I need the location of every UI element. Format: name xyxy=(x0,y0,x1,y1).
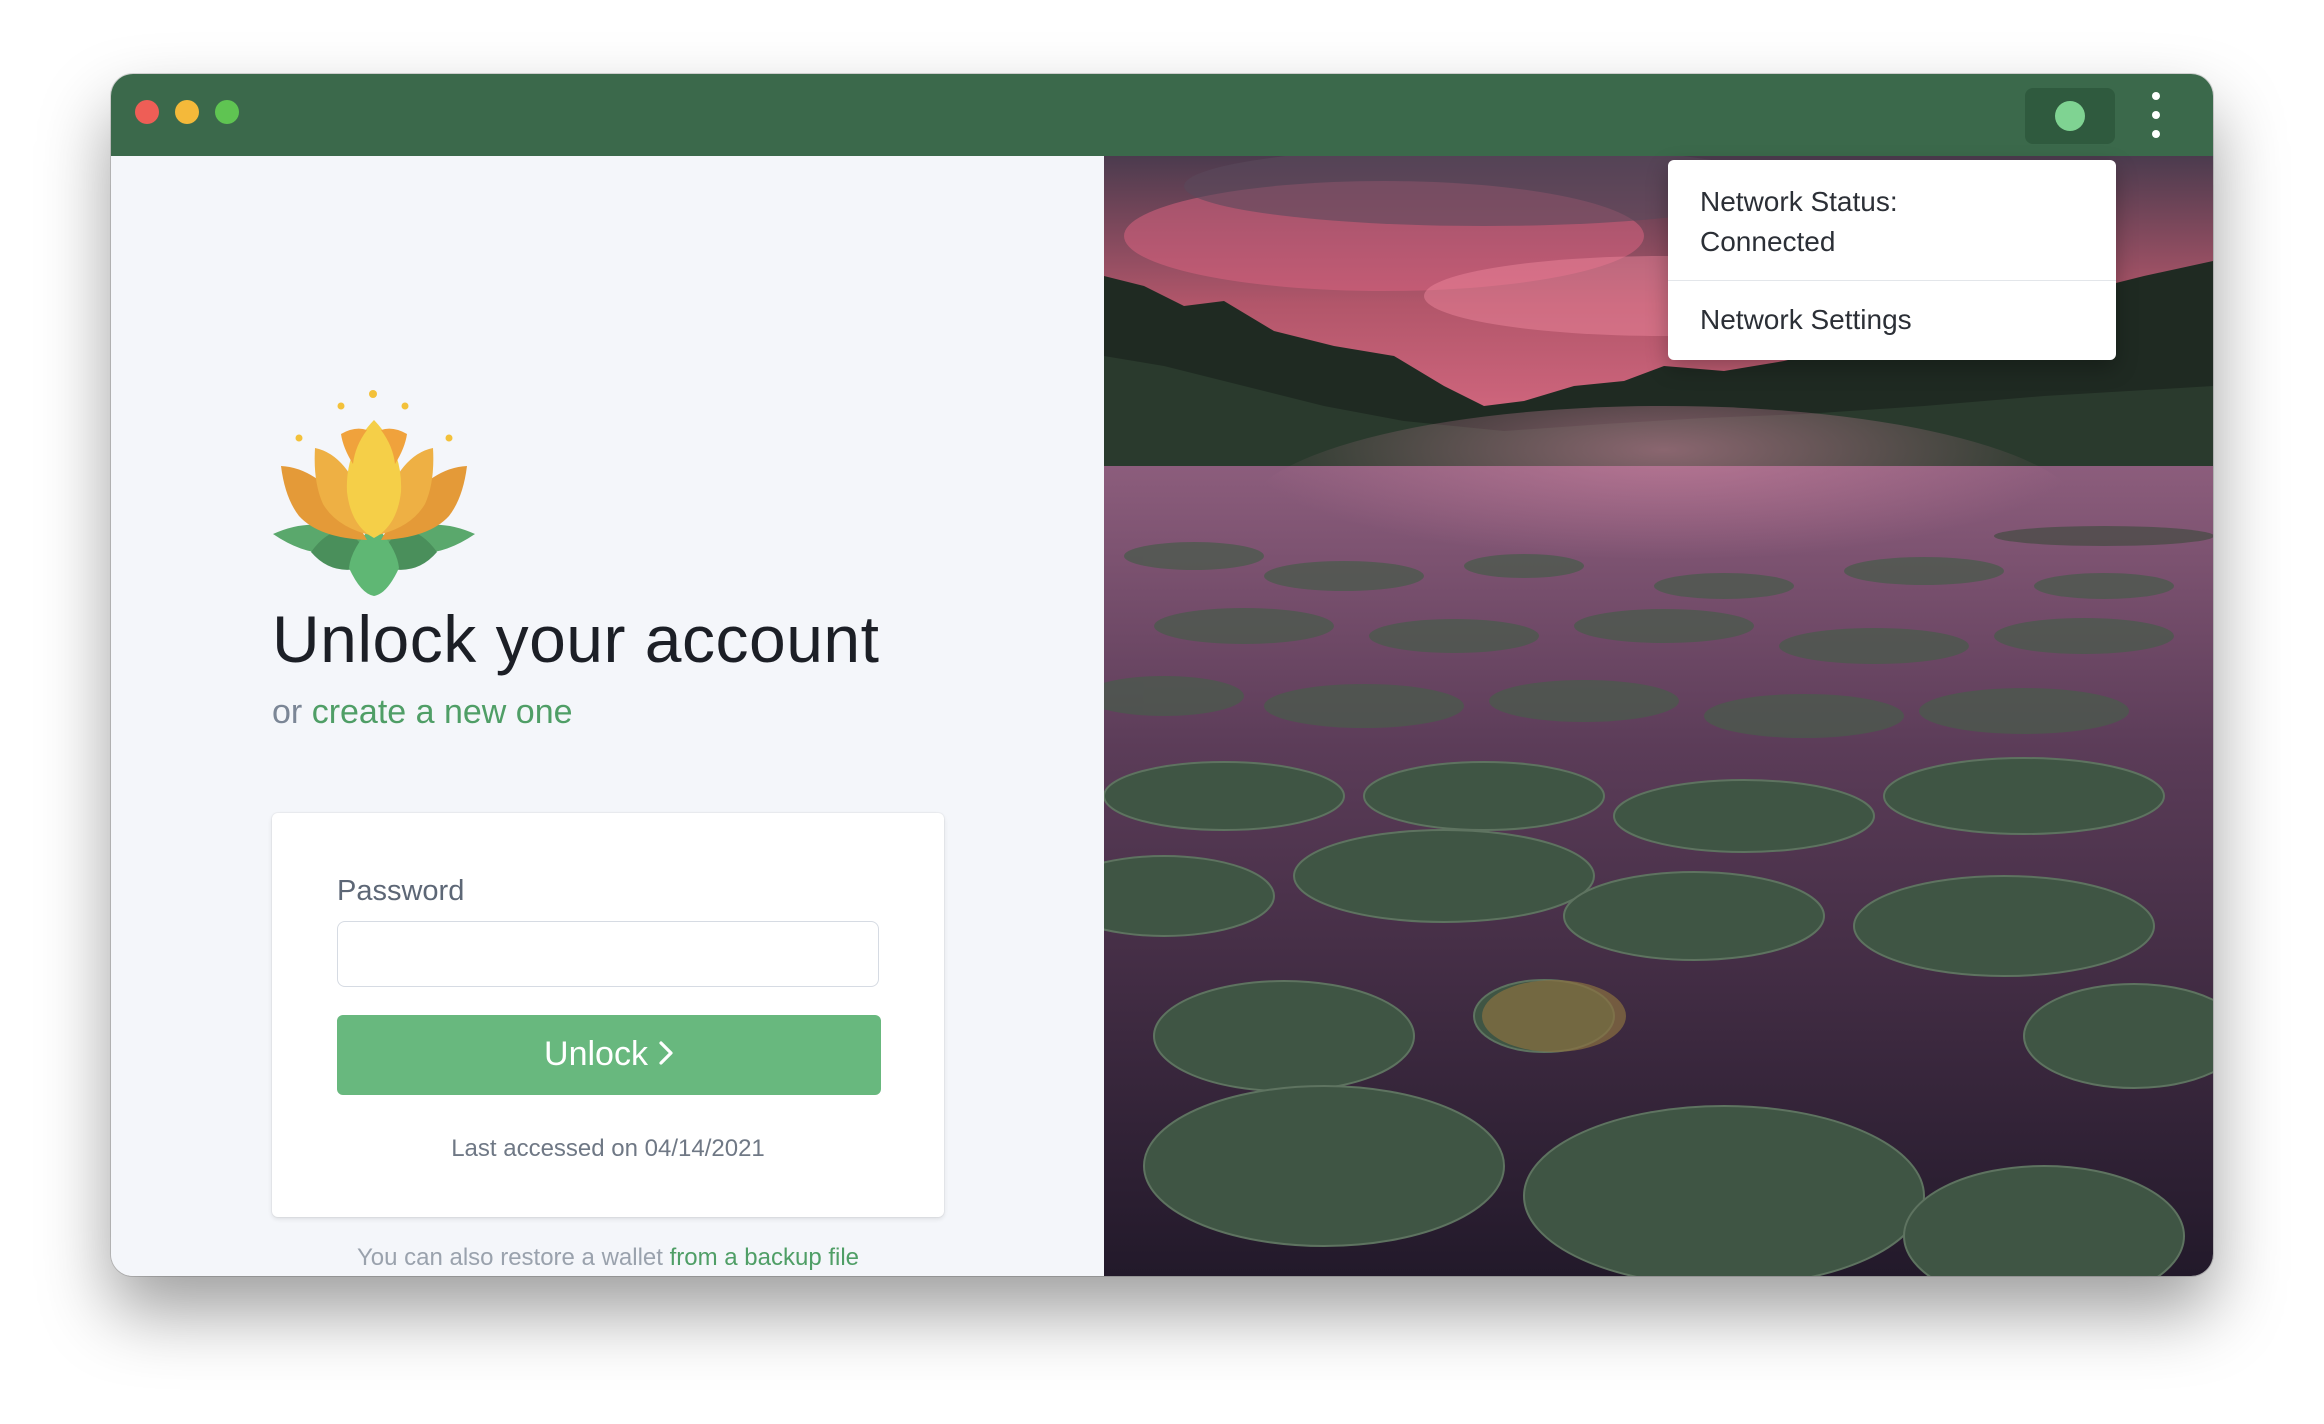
lotus-logo xyxy=(273,390,475,596)
maximize-window-button[interactable] xyxy=(215,100,239,124)
title-bar xyxy=(111,74,2213,156)
menu-divider xyxy=(1668,280,2116,281)
network-status-button[interactable] xyxy=(2025,88,2115,144)
network-status-item[interactable]: Network Status: Connected xyxy=(1668,182,1998,262)
close-window-button[interactable] xyxy=(135,100,159,124)
last-accessed-text: Last accessed on 04/14/2021 xyxy=(451,1135,765,1162)
password-input[interactable] xyxy=(337,921,879,987)
restore-line: You can also restore a wallet from a bac… xyxy=(272,1244,944,1272)
unlock-button-label: Unlock xyxy=(544,1034,648,1073)
chevron-right-icon xyxy=(658,1036,674,1075)
subline-prefix: or xyxy=(272,693,303,731)
login-panel: Unlock your account or create a new one … xyxy=(111,156,1104,1276)
unlock-button[interactable]: Unlock xyxy=(337,1015,881,1095)
kebab-menu-icon[interactable] xyxy=(2141,92,2171,138)
status-dot-icon xyxy=(2055,101,2085,131)
app-window: Unlock your account or create a new one … xyxy=(111,74,2213,1276)
restore-prefix: You can also restore a wallet xyxy=(356,1244,663,1271)
create-account-line: or create a new one xyxy=(272,693,573,732)
network-settings-item[interactable]: Network Settings xyxy=(1668,300,2116,340)
unlock-card: Password Unlock Last accessed on 04/14/2… xyxy=(272,813,944,1217)
minimize-window-button[interactable] xyxy=(175,100,199,124)
network-dropdown-menu: Network Status: Connected Network Settin… xyxy=(1668,160,2116,360)
password-label: Password xyxy=(337,875,465,907)
restore-backup-link[interactable]: from a backup file xyxy=(670,1244,859,1271)
page-title: Unlock your account xyxy=(272,602,880,676)
create-account-link[interactable]: create a new one xyxy=(312,693,573,731)
